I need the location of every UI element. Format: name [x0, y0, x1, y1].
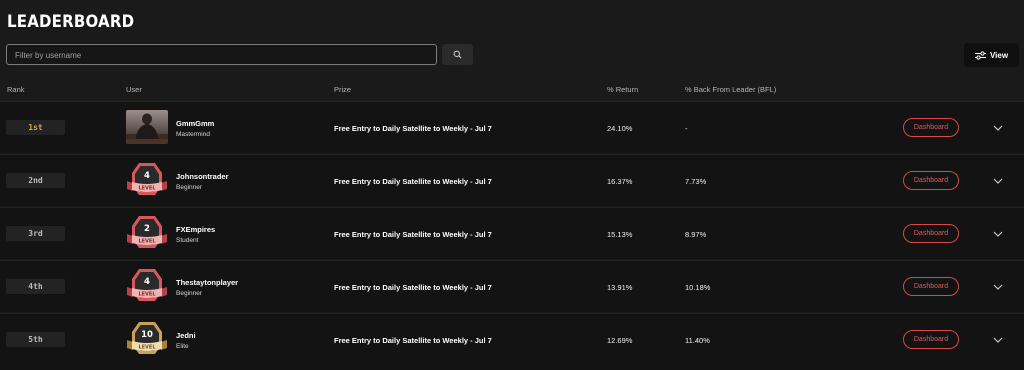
- rank-badge: 1st: [6, 120, 65, 135]
- search-icon: [453, 50, 462, 59]
- return-value: 12.69%: [607, 336, 633, 345]
- level-number: 4: [144, 277, 150, 287]
- table-row[interactable]: 5th 10 LEVEL Jedni Elite Free Entry to D…: [0, 313, 1024, 370]
- rank-badge: 2nd: [6, 173, 65, 188]
- rank-badge: 3rd: [6, 226, 65, 241]
- page-title: LEADERBOARD: [7, 11, 135, 32]
- return-value: 13.91%: [607, 283, 633, 292]
- view-button-label: View: [989, 50, 1009, 60]
- table-row[interactable]: 4th 4 LEVEL Thestaytonplayer Beginner Fr…: [0, 260, 1024, 312]
- prize-text: Free Entry to Daily Satellite to Weekly …: [334, 336, 492, 345]
- search-field[interactable]: [6, 44, 437, 65]
- sliders-icon: [974, 50, 986, 60]
- table-row[interactable]: 1st GmmGmm Mastermind Free Entry to Dail: [0, 101, 1024, 153]
- view-button[interactable]: View: [964, 43, 1019, 67]
- level-label: LEVEL: [138, 292, 156, 298]
- column-header-return[interactable]: % Return: [607, 85, 638, 94]
- dashboard-button[interactable]: Dashboard: [903, 171, 959, 190]
- user-tier: Student: [176, 237, 199, 244]
- prize-text: Free Entry to Daily Satellite to Weekly …: [334, 124, 492, 133]
- dashboard-button[interactable]: Dashboard: [903, 277, 959, 296]
- table-row[interactable]: 2nd 4 LEVEL Johnsontrader Beginner Free …: [0, 154, 1024, 206]
- chevron-down-icon[interactable]: [992, 335, 1004, 345]
- level-number: 10: [141, 330, 153, 340]
- prize-text: Free Entry to Daily Satellite to Weekly …: [334, 177, 492, 186]
- level-label: LEVEL: [138, 186, 156, 192]
- search-button[interactable]: [442, 44, 473, 65]
- level-badge: 10 LEVEL: [126, 320, 168, 358]
- bfl-value: 8.97%: [685, 230, 707, 239]
- level-number: 4: [144, 171, 150, 181]
- rank-badge: 5th: [6, 332, 65, 347]
- user-tier: Elite: [176, 343, 189, 350]
- return-value: 24.10%: [607, 124, 633, 133]
- return-value: 16.37%: [607, 177, 633, 186]
- bfl-value: 11.40%: [685, 336, 710, 345]
- level-label: LEVEL: [138, 345, 156, 351]
- table-header: Rank User Prize % Return % Back From Lea…: [0, 80, 1024, 100]
- chevron-down-icon[interactable]: [992, 282, 1004, 292]
- column-header-bfl[interactable]: % Back From Leader (BFL): [685, 85, 776, 94]
- username[interactable]: Johnsontrader: [176, 172, 229, 181]
- leaderboard-page: LEADERBOARD View Rank User Prize % Retur…: [0, 0, 1024, 370]
- user-tier: Beginner: [176, 290, 203, 297]
- chevron-down-icon[interactable]: [992, 123, 1004, 133]
- table-row[interactable]: 3rd 2 LEVEL FXEmpires Student Free Entry…: [0, 207, 1024, 259]
- level-badge: 2 LEVEL: [126, 214, 168, 252]
- bfl-value: 7.73%: [685, 177, 707, 186]
- username[interactable]: Thestaytonplayer: [176, 278, 238, 287]
- prize-text: Free Entry to Daily Satellite to Weekly …: [334, 283, 492, 292]
- level-number: 2: [144, 224, 150, 234]
- avatar: [126, 110, 168, 144]
- column-header-user[interactable]: User: [126, 85, 142, 94]
- dashboard-button[interactable]: Dashboard: [903, 224, 959, 243]
- dashboard-button[interactable]: Dashboard: [903, 330, 959, 349]
- user-tier: Beginner: [176, 184, 203, 191]
- username[interactable]: FXEmpires: [176, 225, 215, 234]
- prize-text: Free Entry to Daily Satellite to Weekly …: [334, 230, 492, 239]
- column-header-prize[interactable]: Prize: [334, 85, 351, 94]
- username[interactable]: Jedni: [176, 331, 196, 340]
- chevron-down-icon[interactable]: [992, 176, 1004, 186]
- username[interactable]: GmmGmm: [176, 119, 214, 128]
- bfl-value: 10.18%: [685, 283, 711, 292]
- level-badge: 4 LEVEL: [126, 267, 168, 305]
- user-tier: Mastermind: [176, 131, 210, 138]
- dashboard-button[interactable]: Dashboard: [903, 118, 959, 137]
- level-badge: 4 LEVEL: [126, 161, 168, 199]
- rank-badge: 4th: [6, 279, 65, 294]
- return-value: 15.13%: [607, 230, 633, 239]
- level-label: LEVEL: [138, 239, 156, 245]
- column-header-rank[interactable]: Rank: [7, 85, 25, 94]
- search-input[interactable]: [7, 46, 436, 65]
- bfl-value: -: [685, 124, 688, 133]
- chevron-down-icon[interactable]: [992, 229, 1004, 239]
